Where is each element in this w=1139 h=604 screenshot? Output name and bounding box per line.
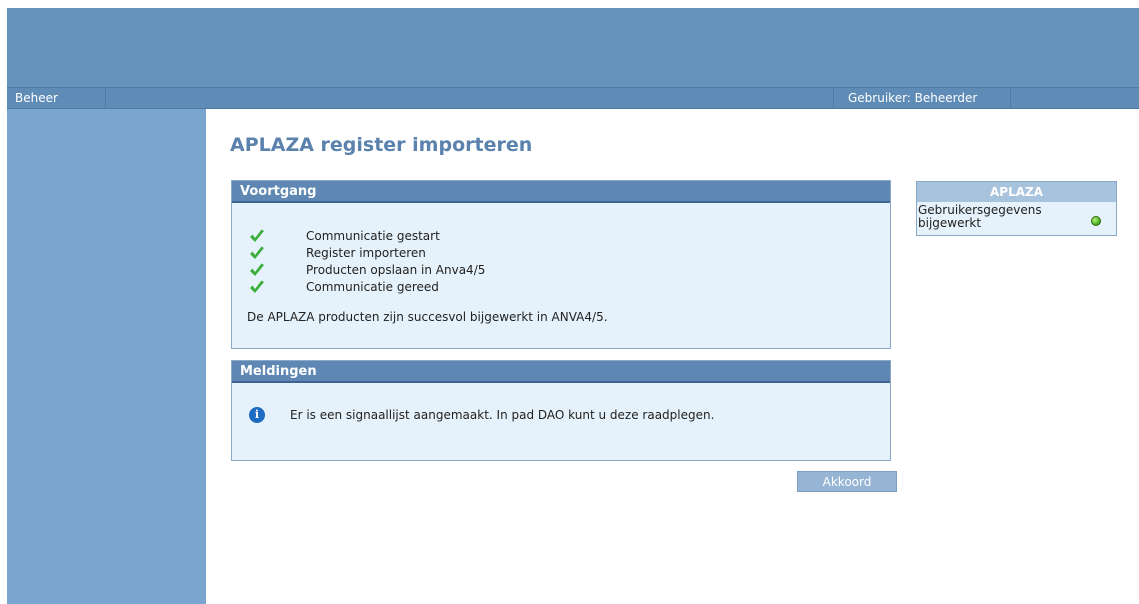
notifications-panel: Meldingen i Er is een signaallijst aange… xyxy=(231,360,891,461)
notification-message: Er is een signaallijst aangemaakt. In pa… xyxy=(290,408,715,422)
progress-step: Communicatie gestart xyxy=(249,227,849,245)
sidebar xyxy=(7,109,206,604)
status-box-title: APLAZA xyxy=(917,182,1116,202)
akkoord-button[interactable]: Akkoord xyxy=(797,471,897,492)
progress-step: Producten opslaan in Anva4/5 xyxy=(249,261,849,279)
progress-panel-title: Voortgang xyxy=(232,181,890,203)
page-title: APLAZA register importeren xyxy=(230,134,533,156)
status-indicator-icon xyxy=(1091,216,1101,226)
progress-step-label: Register importeren xyxy=(306,246,426,260)
notifications-panel-title: Meldingen xyxy=(232,361,890,383)
progress-panel: Voortgang Communicatie gestart Register … xyxy=(231,180,891,349)
check-icon xyxy=(250,263,264,276)
progress-step: Communicatie gereed xyxy=(249,278,849,296)
top-banner xyxy=(7,8,1139,87)
progress-step-label: Producten opslaan in Anva4/5 xyxy=(306,263,486,277)
app-frame: Beheer Gebruiker: Beheerder ANVA APLAZA … xyxy=(7,8,1139,604)
check-icon xyxy=(250,246,264,259)
nav-item-beheer[interactable]: Beheer xyxy=(7,88,106,108)
info-icon: i xyxy=(249,407,265,423)
progress-step-label: Communicatie gestart xyxy=(306,229,440,243)
nav-bar: Beheer Gebruiker: Beheerder ANVA xyxy=(7,87,1139,125)
status-label: Gebruikersgegevens bijgewerkt xyxy=(918,203,1042,230)
progress-step: Register importeren xyxy=(249,244,849,262)
user-label: Gebruiker: Beheerder ANVA xyxy=(833,88,1011,125)
check-icon xyxy=(250,280,264,293)
aplaza-status-box: APLAZA Gebruikersgegevens bijgewerkt xyxy=(916,181,1117,236)
result-message: De APLAZA producten zijn succesvol bijge… xyxy=(247,310,608,324)
progress-step-label: Communicatie gereed xyxy=(306,280,439,294)
check-icon xyxy=(250,229,264,242)
